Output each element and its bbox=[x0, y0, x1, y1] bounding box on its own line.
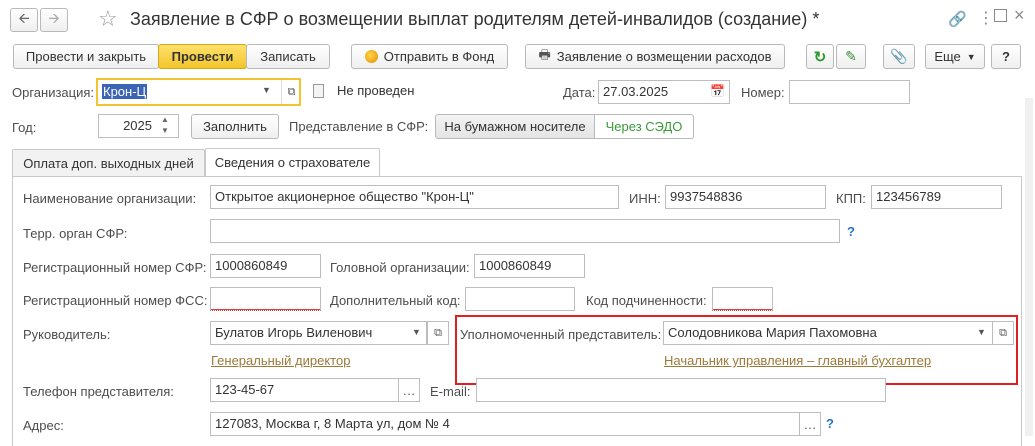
fill-button[interactable]: Заполнить bbox=[191, 114, 279, 139]
edit-button[interactable]: ✎ bbox=[836, 44, 866, 69]
arrow-right-icon: 🡪 bbox=[48, 10, 60, 26]
window-title: Заявление в СФР о возмещении выплат роди… bbox=[130, 9, 820, 29]
inn-field[interactable]: 9937548836 bbox=[665, 185, 826, 209]
paperclip-icon: 📎 bbox=[890, 48, 908, 64]
rep-open-icon[interactable]: ⧉ bbox=[992, 321, 1014, 345]
phone-label: Телефон представителя: bbox=[23, 384, 174, 399]
refresh-icon: ↻ bbox=[813, 48, 827, 66]
phone-select-button[interactable]: … bbox=[398, 378, 420, 402]
forward-button[interactable]: 🡪 bbox=[40, 8, 68, 32]
extra-code-field[interactable] bbox=[465, 287, 575, 311]
year-label: Год: bbox=[12, 120, 37, 135]
extra-code-label: Дополнительный код: bbox=[330, 293, 461, 308]
pencil-icon: ✎ bbox=[845, 48, 857, 64]
send-to-fund-button[interactable]: Отправить в Фонд bbox=[351, 44, 508, 69]
head-org-label: Головной организации: bbox=[330, 260, 470, 275]
back-button[interactable]: 🡨 bbox=[10, 8, 38, 32]
submission-paper-option[interactable]: На бумажном носителе bbox=[435, 114, 595, 139]
submission-sedo-option[interactable]: Через СЭДО bbox=[594, 114, 694, 139]
post-button[interactable]: Провести bbox=[158, 44, 247, 69]
org-name-field[interactable]: Открытое акционерное общество "Крон-Ц" bbox=[210, 185, 619, 209]
inn-label: ИНН: bbox=[629, 191, 661, 206]
tab-extra-days-payment[interactable]: Оплата доп. выходных дней bbox=[12, 149, 205, 176]
kpp-label: КПП: bbox=[836, 191, 866, 206]
sfr-reg-label: Регистрационный номер СФР: bbox=[23, 260, 207, 275]
calendar-icon[interactable]: 📅 bbox=[710, 84, 725, 98]
sfr-office-label: Терр. орган СФР: bbox=[23, 226, 128, 241]
rep-dropdown-icon[interactable]: ▼ bbox=[977, 327, 986, 337]
status-text: Не проведен bbox=[337, 83, 415, 98]
post-and-close-button[interactable]: Провести и закрыть bbox=[13, 44, 159, 69]
more-vertical-icon[interactable]: ⋮ bbox=[978, 8, 994, 28]
year-stepper-up-icon[interactable]: ▲ bbox=[161, 115, 169, 124]
link-icon[interactable]: 🔗 bbox=[948, 10, 967, 28]
director-label: Руководитель: bbox=[23, 327, 111, 342]
org-label: Организация: bbox=[12, 85, 95, 100]
rep-label: Уполномоченный представитель: bbox=[460, 327, 662, 342]
fss-reg-label: Регистрационный номер ФСС: bbox=[23, 293, 208, 308]
dropdown-arrow-icon: ▼ bbox=[966, 51, 976, 62]
date-label: Дата: bbox=[563, 85, 596, 100]
more-button[interactable]: Еще ▼ bbox=[925, 44, 985, 69]
arrow-left-icon: 🡨 bbox=[18, 10, 30, 26]
vertical-scrollbar[interactable] bbox=[1025, 98, 1033, 436]
sfr-office-help-icon[interactable]: ? bbox=[847, 224, 855, 239]
fund-globe-icon bbox=[364, 50, 378, 63]
help-icon: ? bbox=[1002, 49, 1010, 64]
close-icon[interactable]: × bbox=[1014, 5, 1025, 26]
org-dropdown-icon[interactable]: ▼ bbox=[262, 85, 271, 95]
org-name-label: Наименование организации: bbox=[23, 191, 197, 206]
number-label: Номер: bbox=[741, 85, 785, 100]
report-menu-button[interactable]: 🖶 Заявление о возмещении расходов bbox=[525, 44, 785, 69]
sfr-reg-field[interactable]: 1000860849 bbox=[210, 254, 321, 278]
director-open-icon[interactable]: ⧉ bbox=[427, 321, 449, 345]
director-dropdown-icon[interactable]: ▼ bbox=[412, 327, 421, 337]
attach-button[interactable]: 📎 bbox=[883, 44, 915, 69]
favorite-star-icon[interactable]: ☆ bbox=[98, 6, 118, 32]
save-button[interactable]: Записать bbox=[246, 44, 330, 69]
tab-panel bbox=[12, 176, 1022, 446]
head-org-field[interactable]: 1000860849 bbox=[474, 254, 585, 278]
refresh-button[interactable]: ↻ bbox=[806, 44, 834, 69]
email-field[interactable] bbox=[476, 378, 886, 402]
number-field[interactable] bbox=[789, 80, 910, 104]
maximize-icon[interactable] bbox=[994, 9, 1007, 22]
sfr-office-field[interactable] bbox=[210, 219, 840, 243]
email-label: E-mail: bbox=[430, 384, 471, 399]
address-label: Адрес: bbox=[23, 418, 64, 433]
address-field[interactable]: 127083, Москва г, 8 Марта ул, дом № 4 bbox=[210, 412, 821, 436]
director-position-link[interactable]: Генеральный директор bbox=[211, 353, 350, 368]
tab-insurer-info[interactable]: Сведения о страхователе bbox=[205, 148, 380, 176]
representative-field[interactable]: Солодовникова Мария Пахомовна bbox=[663, 321, 993, 345]
fss-reg-field[interactable] bbox=[210, 287, 321, 311]
sub-code-label: Код подчиненности: bbox=[586, 293, 707, 308]
help-button[interactable]: ? bbox=[991, 44, 1021, 69]
address-help-icon[interactable]: ? bbox=[826, 416, 834, 431]
address-select-button[interactable]: … bbox=[799, 412, 821, 436]
printer-icon: 🖶 bbox=[538, 46, 551, 62]
year-stepper-down-icon[interactable]: ▼ bbox=[161, 126, 169, 135]
kpp-field[interactable]: 123456789 bbox=[871, 185, 1002, 209]
sub-code-field[interactable] bbox=[712, 287, 773, 311]
director-field[interactable]: Булатов Игорь Виленович bbox=[210, 321, 427, 345]
org-open-icon[interactable]: ⧉ bbox=[281, 80, 301, 104]
submission-label: Представление в СФР: bbox=[289, 119, 429, 134]
document-status-icon bbox=[313, 84, 324, 98]
rep-position-link[interactable]: Начальник управления – главный бухгалтер bbox=[664, 353, 931, 368]
phone-field[interactable]: 123-45-67 bbox=[210, 378, 420, 402]
